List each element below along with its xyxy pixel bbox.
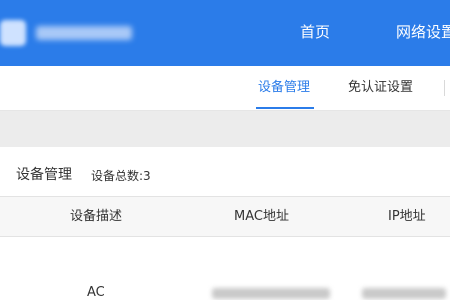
nav-network-settings[interactable]: 网络设置 xyxy=(396,20,450,44)
content-top-strip xyxy=(0,111,450,147)
cell-mac-redacted xyxy=(212,288,330,299)
cell-description: AC xyxy=(87,285,105,300)
cell-ip-redacted xyxy=(362,288,446,299)
column-header-ip: IP地址 xyxy=(388,209,426,224)
top-header: 首页 网络设置 xyxy=(0,0,450,66)
sub-navigation: 设备管理 免认证设置 xyxy=(0,66,450,111)
column-header-mac: MAC地址 xyxy=(234,209,289,224)
table-row[interactable]: AC xyxy=(0,237,450,300)
tab-device-management[interactable]: 设备管理 xyxy=(258,78,310,98)
column-header-description: 设备描述 xyxy=(70,209,123,224)
brand-logo[interactable] xyxy=(0,18,140,48)
table-header: 设备描述 MAC地址 IP地址 xyxy=(0,196,450,237)
logo-icon xyxy=(0,20,26,46)
panel-title: 设备管理 xyxy=(16,167,72,183)
active-tab-indicator xyxy=(256,107,314,109)
nav-home[interactable]: 首页 xyxy=(300,20,330,44)
logo-wordmark xyxy=(36,26,132,40)
device-count: 设备总数:3 xyxy=(91,169,151,183)
tab-auth-exempt-settings[interactable]: 免认证设置 xyxy=(348,78,413,98)
subnav-divider xyxy=(444,80,445,96)
